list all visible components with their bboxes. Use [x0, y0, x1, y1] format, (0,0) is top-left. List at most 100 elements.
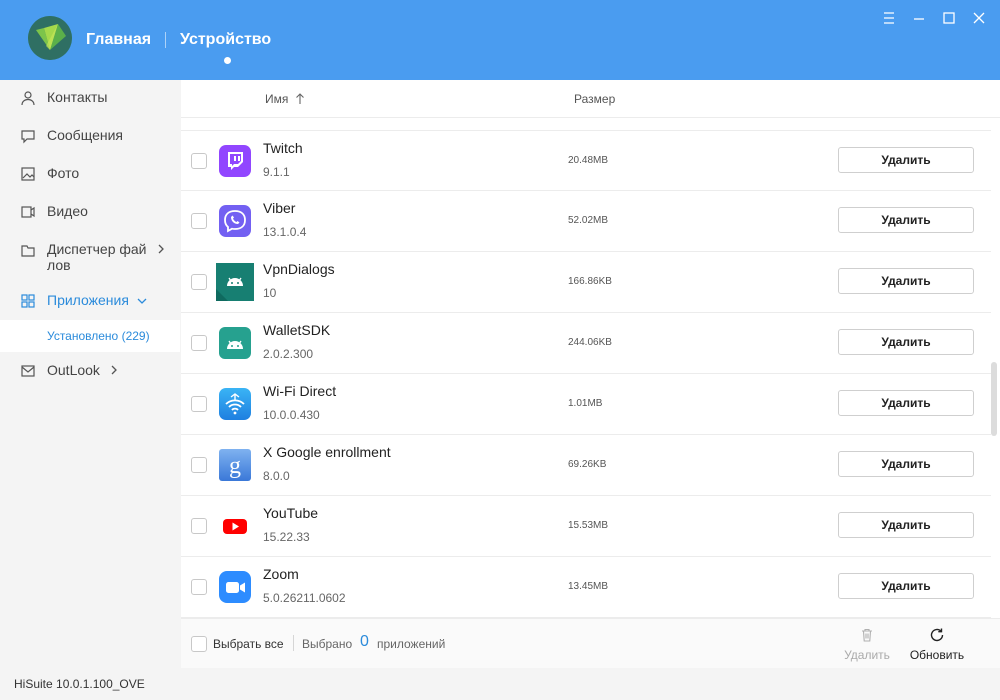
- android-app-icon: [216, 263, 254, 301]
- nav-divider: [165, 32, 166, 48]
- app-size: 20.48MB: [568, 155, 609, 166]
- delete-button[interactable]: Удалить: [838, 512, 974, 538]
- video-camera-icon: [21, 206, 35, 218]
- delete-selected-label: Удалить: [844, 648, 890, 662]
- folder-icon: [21, 245, 35, 257]
- column-size-header: Размер: [574, 92, 616, 106]
- mail-icon: [21, 365, 35, 377]
- chevron-right-icon: [111, 365, 117, 375]
- row-checkbox[interactable]: [191, 518, 207, 534]
- table-row: Wi-Fi Direct 10.0.0.430 1.01MB Удалить: [181, 374, 991, 435]
- delete-button[interactable]: Удалить: [838, 268, 974, 294]
- footer-divider: [293, 635, 294, 651]
- maximize-icon[interactable]: [941, 10, 957, 26]
- table-row: WalletSDK 2.0.2.300 244.06KB Удалить: [181, 313, 991, 374]
- sidebar-item-apps[interactable]: Приложения: [0, 291, 180, 315]
- select-all-label[interactable]: Выбрать все: [213, 637, 284, 651]
- select-all-checkbox[interactable]: [191, 636, 207, 652]
- sidebar-subitem-label: Установлено (229): [47, 329, 150, 343]
- delete-selected-button[interactable]: Удалить: [837, 627, 897, 663]
- table-row: YouTube 15.22.33 15.53MB Удалить: [181, 496, 991, 557]
- photo-icon: [21, 167, 35, 181]
- app-version: 15.22.33: [263, 530, 310, 544]
- sidebar-item-label: Видео: [47, 203, 88, 219]
- row-checkbox[interactable]: [191, 274, 207, 290]
- sidebar-item-label: Фото: [47, 165, 80, 181]
- selected-suffix: приложений: [377, 637, 446, 651]
- app-name: X Google enrollment: [263, 444, 391, 460]
- table-row: VpnDialogs 10 166.86KB Удалить: [181, 252, 991, 313]
- row-checkbox[interactable]: [191, 153, 207, 169]
- app-name: WalletSDK: [263, 322, 331, 338]
- app-version-label: HiSuite 10.0.1.100_OVE: [14, 677, 145, 691]
- app-list-panel: Имя Размер Twitch 9.1.1 20.48MB Удалить: [181, 80, 1000, 668]
- app-list: Twitch 9.1.1 20.48MB Удалить Viber 13.1.…: [181, 130, 991, 618]
- twitch-app-icon: [219, 145, 251, 177]
- minimize-icon[interactable]: [911, 10, 927, 26]
- sidebar-item-outlook[interactable]: OutLook: [0, 361, 180, 385]
- delete-button[interactable]: Удалить: [838, 451, 974, 477]
- app-name: Zoom: [263, 566, 299, 582]
- delete-button[interactable]: Удалить: [838, 573, 974, 599]
- sidebar-item-contacts[interactable]: Контакты: [0, 88, 180, 112]
- refresh-label: Обновить: [909, 648, 965, 662]
- android-app-icon: [219, 327, 251, 359]
- sidebar-item-video[interactable]: Видео: [0, 202, 180, 226]
- table-row: Viber 13.1.0.4 52.02MB Удалить: [181, 191, 991, 252]
- active-tab-indicator: [224, 57, 231, 64]
- chat-bubble-icon: [21, 130, 35, 144]
- sidebar-item-label: Контакты: [47, 89, 108, 105]
- youtube-app-icon: [219, 510, 251, 542]
- selected-label: Выбрано: [302, 637, 353, 651]
- delete-button[interactable]: Удалить: [838, 329, 974, 355]
- menu-icon[interactable]: [881, 10, 897, 26]
- zoom-app-icon: [219, 571, 251, 603]
- app-name: Wi-Fi Direct: [263, 383, 337, 399]
- table-row: Twitch 9.1.1 20.48MB Удалить: [181, 130, 991, 191]
- row-checkbox[interactable]: [191, 335, 207, 351]
- delete-button[interactable]: Удалить: [838, 207, 974, 233]
- row-checkbox[interactable]: [191, 457, 207, 473]
- row-checkbox[interactable]: [191, 213, 207, 229]
- refresh-button[interactable]: Обновить: [907, 627, 967, 663]
- nav-home-tab[interactable]: Главная: [86, 31, 151, 49]
- app-version: 9.1.1: [263, 165, 290, 179]
- sidebar-item-photos[interactable]: Фото: [0, 164, 180, 188]
- app-size: 1.01MB: [568, 398, 603, 409]
- app-name: Viber: [263, 200, 296, 216]
- sidebar-item-file-manager[interactable]: Диспетчер фай лов: [0, 240, 180, 276]
- sort-arrow-up-icon[interactable]: [295, 93, 305, 105]
- app-version: 8.0.0: [263, 469, 290, 483]
- viber-app-icon: [219, 205, 251, 237]
- table-row: Zoom 5.0.26211.0602 13.45MB Удалить: [181, 557, 991, 618]
- nav-device-tab[interactable]: Устройство: [180, 31, 271, 49]
- sidebar-item-label: OutLook: [47, 362, 100, 378]
- delete-button[interactable]: Удалить: [838, 147, 974, 173]
- app-size: 13.45MB: [568, 581, 609, 592]
- app-size: 166.86KB: [568, 276, 612, 287]
- trash-icon: [862, 628, 872, 642]
- app-size: 52.02MB: [568, 215, 609, 226]
- scrollbar-thumb[interactable]: [991, 362, 997, 436]
- footer-bar: Выбрать все Выбрано 0 приложений Удалить…: [181, 618, 1000, 668]
- google-app-icon: g: [219, 449, 251, 481]
- sidebar-item-messages[interactable]: Сообщения: [0, 126, 180, 150]
- selected-count: 0: [360, 633, 369, 650]
- person-icon: [21, 91, 35, 106]
- apps-grid-icon: [21, 294, 35, 308]
- app-size: 244.06KB: [568, 337, 612, 348]
- delete-button[interactable]: Удалить: [838, 390, 974, 416]
- sidebar-item-label: Диспетчер фай лов: [47, 241, 147, 273]
- column-header: Имя Размер: [181, 80, 1000, 118]
- row-checkbox[interactable]: [191, 579, 207, 595]
- sidebar-subitem-installed[interactable]: Установлено (229): [0, 320, 180, 352]
- app-name: VpnDialogs: [263, 261, 335, 277]
- row-checkbox[interactable]: [191, 396, 207, 412]
- app-size: 15.53MB: [568, 520, 609, 531]
- column-name-header[interactable]: Имя: [265, 92, 288, 106]
- table-row: g X Google enrollment 8.0.0 69.26KB Удал…: [181, 435, 991, 496]
- title-bar: Главная Устройство: [0, 0, 1000, 80]
- app-version: 5.0.26211.0602: [263, 591, 346, 605]
- sidebar: Контакты Сообщения Фото Видео Диспетчер …: [0, 80, 180, 668]
- close-icon[interactable]: [971, 10, 987, 26]
